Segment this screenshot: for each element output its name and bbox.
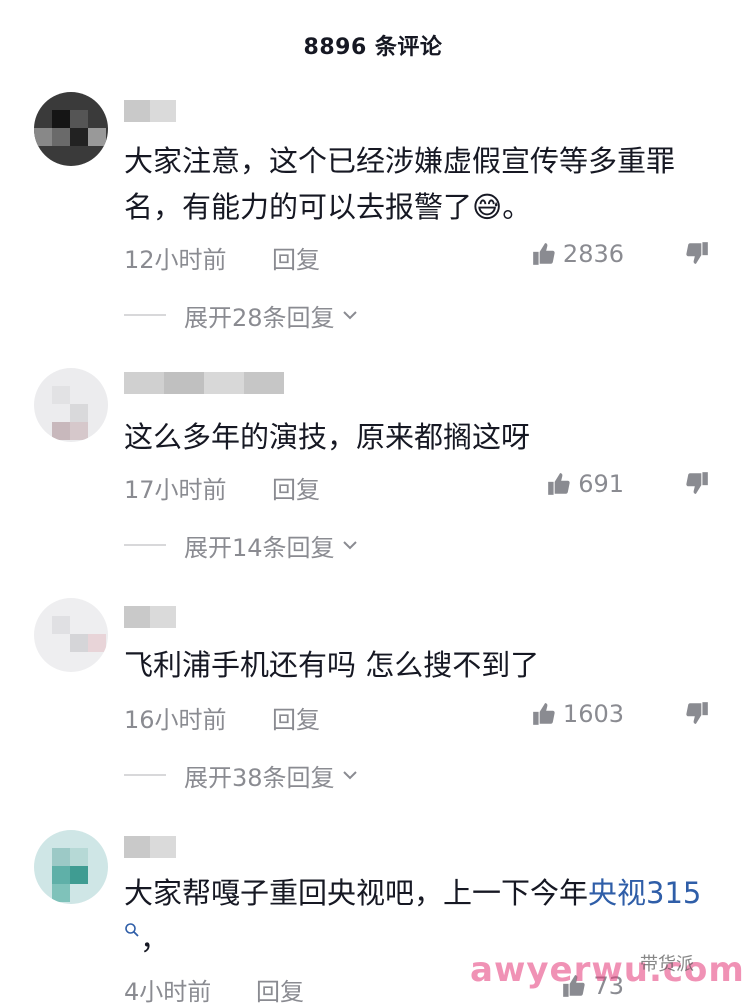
like-button[interactable]: 2836 [531,240,624,268]
comment-time: 16小时前 [124,706,227,734]
comment-text-part: 大家帮嘎子重回央视吧，上一下今年 [124,876,589,910]
search-link-label: 央视315 [588,876,702,910]
chevron-down-icon [342,541,357,550]
reply-button[interactable]: 回复 [272,700,320,735]
comments-header: 8896 条评论 [0,0,746,90]
comment-text: 这么多年的演技，原来都搁这呀 [124,420,531,454]
like-count: 1603 [562,700,624,728]
dislike-button[interactable] [684,470,710,502]
avatar[interactable] [34,92,108,166]
expand-replies-button[interactable]: 展开14条回复 [124,530,359,562]
divider [124,314,166,316]
thumbs-down-icon [686,472,708,494]
thumbs-up-icon [533,243,555,265]
expand-replies-label: 展开14条回复 [184,533,335,562]
thumbs-up-icon [548,473,570,495]
thumbs-down-icon [686,242,708,264]
username-blurred[interactable] [124,372,284,394]
username-blurred[interactable] [124,100,176,122]
avatar[interactable] [34,830,108,904]
like-count: 691 [578,470,624,498]
like-button[interactable]: 691 [546,470,624,498]
search-icon [125,923,139,937]
comment-text: 飞利浦手机还有吗 怎么搜不到了 [124,648,540,682]
watermark-badge: 带货派 [640,954,694,975]
reply-button[interactable]: 回复 [256,972,304,1007]
username-blurred[interactable] [124,606,176,628]
reply-button[interactable]: 回复 [272,240,320,275]
chevron-down-icon [342,311,357,320]
dislike-button[interactable] [684,240,710,272]
avatar[interactable] [34,368,108,442]
comment-text: 大家注意，这个已经涉嫌虚假宣传等多重罪名，有能力的可以去报警了😅。 [124,144,676,224]
thumbs-up-icon [533,703,555,725]
divider [124,774,166,776]
comment-time: 17小时前 [124,476,227,504]
watermark: awyerwu.com [470,950,745,990]
comment-count-title: 8896 条评论 [303,35,443,60]
avatar[interactable] [34,598,108,672]
expand-replies-label: 展开38条回复 [184,763,335,792]
expand-replies-button[interactable]: 展开38条回复 [124,760,359,792]
thumbs-down-icon [686,702,708,724]
comment-text-part: ， [140,922,170,956]
comment-time: 4小时前 [124,978,212,1006]
like-count: 2836 [562,240,624,268]
divider [124,544,166,546]
chevron-down-icon [342,771,357,780]
reply-button[interactable]: 回复 [272,470,320,505]
like-button[interactable]: 1603 [531,700,624,728]
comment-time: 12小时前 [124,246,227,274]
dislike-button[interactable] [684,700,710,732]
expand-replies-label: 展开28条回复 [184,303,335,332]
username-blurred[interactable] [124,836,176,858]
expand-replies-button[interactable]: 展开28条回复 [124,300,359,332]
